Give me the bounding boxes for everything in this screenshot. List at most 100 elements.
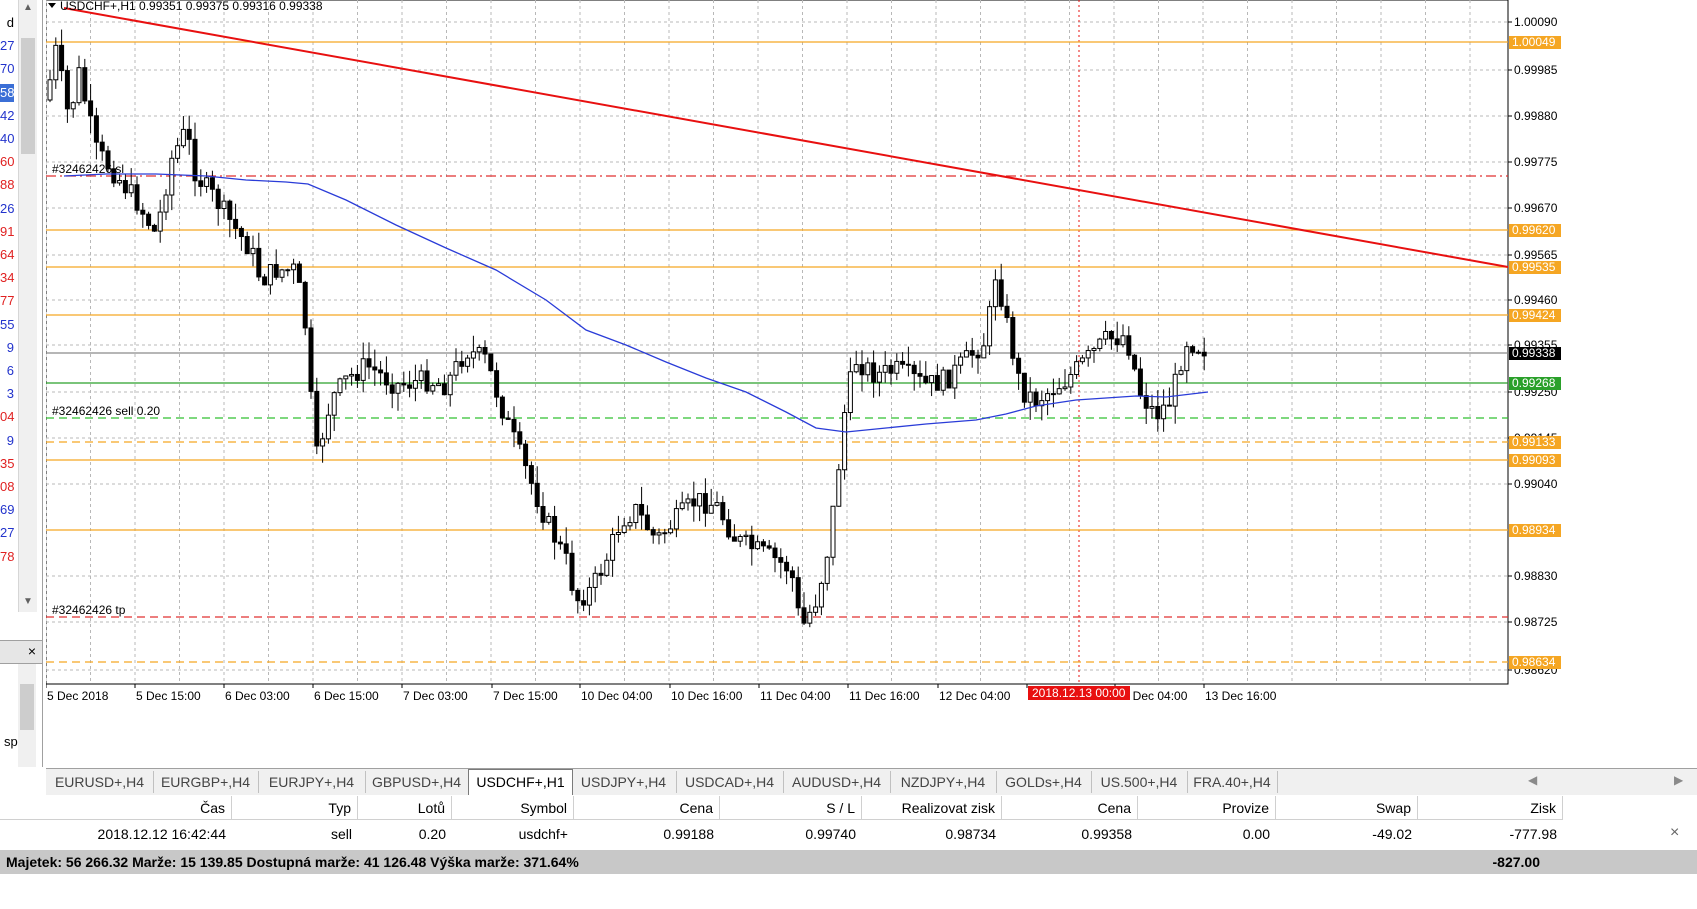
market-watch-row[interactable]: 08 (0, 478, 14, 496)
price-chart[interactable]: 1.00090 0.99985 0.99880 0.99775 0.99670 0.995… (46, 0, 1697, 768)
candle-body (1074, 361, 1080, 376)
order-line-label: #32462426 tp (52, 603, 126, 617)
plot-area[interactable] (46, 0, 1509, 685)
scroll-thumb[interactable] (21, 38, 35, 154)
market-watch-row[interactable]: 6 (0, 362, 14, 380)
market-watch-row[interactable]: 9 (0, 339, 14, 357)
market-watch-row[interactable]: 58 (0, 83, 14, 102)
tab-audusd-h4[interactable]: AUDUSD+,H4 (783, 771, 891, 793)
close-icon[interactable]: × (28, 643, 36, 659)
price-level-label: 0.99535 (1512, 260, 1556, 274)
candle-body (610, 534, 616, 561)
column-header[interactable]: Swap (1276, 796, 1418, 820)
candle-body (963, 350, 969, 358)
close-order-icon[interactable]: × (1670, 824, 1679, 842)
candle-body (1021, 372, 1027, 403)
table-cell: 0.20 (418, 826, 446, 842)
candle-body (934, 375, 940, 391)
market-watch-row[interactable]: 77 (0, 292, 14, 310)
market-watch-scrollbar[interactable]: ▲ ▼ (18, 0, 37, 612)
market-watch-row[interactable]: 69 (0, 501, 14, 519)
candle-body (320, 438, 326, 447)
candle-body (209, 177, 215, 190)
x-tick-label: 6 Dec 03:00 (225, 689, 290, 703)
column-header[interactable]: Typ (232, 796, 358, 820)
market-watch-row[interactable]: 26 (0, 200, 14, 218)
tab-usdcad-h4[interactable]: USDCAD+,H4 (676, 771, 784, 793)
candle-body (1143, 395, 1149, 409)
candle-body (1027, 391, 1033, 403)
candle-body (981, 345, 987, 359)
candle-body (395, 382, 401, 394)
column-header[interactable]: Cena (574, 796, 720, 820)
market-watch-row[interactable]: 91 (0, 223, 14, 241)
candle-body (882, 364, 888, 373)
scroll-thumb[interactable] (20, 684, 34, 730)
market-watch-row[interactable]: 34 (0, 269, 14, 287)
market-watch-row[interactable]: 78 (0, 548, 14, 566)
candle-body (482, 346, 488, 355)
market-watch-row[interactable]: 88 (0, 176, 14, 194)
market-watch-row[interactable]: 9 (0, 432, 14, 450)
candle-body (215, 188, 221, 210)
tab-eurgbp-h4[interactable]: EURGBP+,H4 (153, 771, 259, 793)
tab-scroll-right-icon[interactable]: ▶ (1674, 773, 1683, 787)
market-watch-row[interactable]: 64 (0, 246, 14, 264)
tab-usdchf-h1[interactable]: USDCHF+,H1 (468, 769, 573, 795)
candle-body (801, 607, 807, 624)
navigator-scrollbar[interactable] (18, 664, 36, 767)
tab-scroll-left-icon[interactable]: ◀ (1528, 773, 1537, 787)
tab-fra-40-h4[interactable]: FRA.40+,H4 (1187, 771, 1278, 793)
column-header[interactable]: Čas (0, 796, 232, 820)
tab-eurjpy-h4[interactable]: EURJPY+,H4 (258, 771, 366, 793)
market-watch-row[interactable]: 3 (0, 385, 14, 403)
price-level-label: 0.99133 (1512, 435, 1556, 449)
candle-body (679, 502, 685, 510)
candle-body (140, 209, 146, 215)
column-header[interactable]: Realizovat zisk (862, 796, 1002, 820)
table-cell: 0.99358 (1081, 826, 1132, 842)
candle-body (1108, 330, 1114, 340)
market-watch-row[interactable]: 55 (0, 316, 14, 334)
x-tick-label: 6 Dec 15:00 (314, 689, 379, 703)
tab-usdjpy-h4[interactable]: USDJPY+,H4 (571, 771, 677, 793)
market-watch-row[interactable]: 40 (0, 130, 14, 148)
tab-nzdjpy-h4[interactable]: NZDJPY+,H4 (890, 771, 997, 793)
price-level-label: 0.98934 (1512, 523, 1556, 537)
candle-body (523, 443, 529, 467)
column-header[interactable]: Symbol (452, 796, 574, 820)
tab-golds-h4[interactable]: GOLDs+,H4 (996, 771, 1092, 793)
candle-body (714, 502, 720, 506)
chevron-down-icon[interactable]: ▼ (23, 596, 33, 607)
tab-us-500-h4[interactable]: US.500+,H4 (1091, 771, 1188, 793)
tab-eurusd-h4[interactable]: EURUSD+,H4 (46, 771, 154, 793)
candle-body (488, 353, 494, 372)
navigator-item[interactable]: sp (4, 734, 18, 749)
market-watch-row[interactable]: 42 (0, 107, 14, 125)
column-header[interactable]: Cena (1002, 796, 1138, 820)
column-header[interactable]: Lotů (358, 796, 452, 820)
market-watch-row[interactable]: d (0, 14, 14, 32)
candle-body (204, 177, 210, 187)
price-level-label: 0.99093 (1512, 453, 1556, 467)
candle-body (331, 392, 337, 416)
column-header[interactable]: S / L (720, 796, 862, 820)
tab-gbpusd-h4[interactable]: GBPUSD+,H4 (365, 771, 469, 793)
table-cell: 0.99740 (805, 826, 856, 842)
chevron-up-icon[interactable]: ▲ (23, 2, 33, 13)
candle-body (743, 534, 749, 537)
market-watch-row[interactable]: 27 (0, 37, 14, 55)
market-watch-row[interactable]: 35 (0, 455, 14, 473)
market-watch-row[interactable]: 27 (0, 524, 14, 542)
market-watch-row[interactable]: 60 (0, 153, 14, 171)
candle-body (1062, 386, 1068, 390)
x-tick-label: 13 Dec 16:00 (1205, 689, 1277, 703)
candle-body (151, 224, 157, 232)
x-tick-label: 11 Dec 16:00 (849, 689, 920, 703)
market-watch-row[interactable]: 04 (0, 408, 14, 426)
candle-body (656, 532, 662, 536)
candle-body (633, 503, 639, 524)
column-header[interactable]: Zisk (1418, 796, 1563, 820)
market-watch-row[interactable]: 70 (0, 60, 14, 78)
column-header[interactable]: Provize (1138, 796, 1276, 820)
